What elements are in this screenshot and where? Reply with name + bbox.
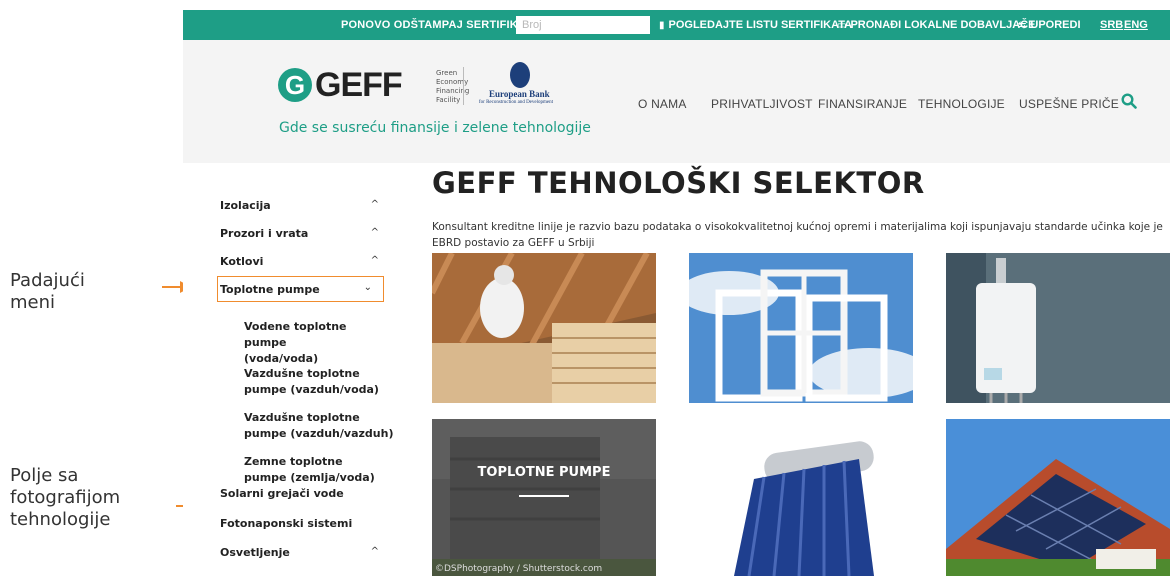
technology-sidebar: Izolacija ^ Prozori i vrata ^ Kotlovi ^ … [203, 163, 396, 576]
subitem-label-line: pumpe (vazduh/voda) [244, 383, 379, 396]
site-tagline: Gde se susreću finansije i zelene tehnol… [279, 120, 591, 136]
annotation-text: Padajući [10, 270, 85, 291]
sidebar-item-osvetljenje[interactable]: Osvetljenje ^ [220, 546, 392, 559]
nav-tehnologije[interactable]: TEHNOLOGIJE [918, 97, 1005, 111]
sidebar-item-label: Prozori i vrata [220, 227, 309, 240]
tile-hover-label: TOPLOTNE PUMPE [477, 465, 611, 480]
sidebar-item-label: Toplotne pumpe [220, 283, 320, 296]
sidebar-item-label: Izolacija [220, 199, 271, 212]
site-header: G GEFF Green Economy Financing Facility … [183, 40, 1170, 163]
local-suppliers-label: PRONAĐI LOKALNE DOBAVLJAČE [850, 19, 1036, 31]
ebrd-subname: for Reconstruction and Development [479, 100, 554, 105]
sidebar-item-izolacija[interactable]: Izolacija ^ [220, 199, 392, 212]
logo-subtitle-line: Economy [436, 78, 469, 86]
subitem-label-line: Zemne toplotne [244, 455, 343, 468]
annotation-text: meni [10, 292, 56, 313]
subitem-label-line: Vazdušne toplotne [244, 367, 360, 380]
compare-icon: ⇆ [1018, 19, 1027, 31]
geff-logo-icon[interactable]: G [278, 68, 312, 102]
logo-subtitle-line: Financing [436, 87, 470, 95]
ebrd-name: European Bank [489, 89, 550, 99]
sidebar-item-kotlovi[interactable]: Kotlovi ^ [220, 255, 392, 268]
compare-label: UPOREDI [1030, 19, 1081, 31]
sidebar-subitem-vazduh-vazduh[interactable]: Vazdušne toplotne pumpe (vazduh/vazduh) [244, 410, 394, 442]
logo-subtitle-line: Green [436, 69, 458, 77]
view-certificates-link[interactable]: ▮ POGLEDAJTE LISTU SERTIFIKATA [659, 19, 852, 31]
document-icon: ▮ [659, 19, 665, 31]
ebrd-logo-icon [510, 62, 530, 88]
sidebar-subitem-vazduh-voda[interactable]: Vazdušne toplotne pumpe (vazduh/voda) [244, 366, 379, 398]
sidebar-item-solarni-grejaci-vode[interactable]: Solarni grejači vode [220, 487, 392, 500]
logo-subtitle-line: Facility [436, 96, 461, 104]
chat-icon: ▭ [837, 19, 847, 31]
sidebar-item-prozori-i-vrata[interactable]: Prozori i vrata ^ [220, 227, 392, 240]
tile-izolacija[interactable] [432, 253, 656, 403]
sidebar-subitem-zemlja-voda[interactable]: Zemne toplotne pumpe (zemlja/voda) [244, 454, 379, 486]
sidebar-item-label: Solarni grejači vode [220, 487, 344, 500]
logo-divider [463, 67, 464, 105]
chevron-up-icon: ^ [370, 255, 379, 266]
sidebar-item-label: Osvetljenje [220, 546, 290, 559]
chevron-up-icon: ^ [370, 546, 379, 557]
page-intro: Konsultant kreditne linije je razvio baz… [432, 221, 1163, 249]
lang-eng-link[interactable]: ENG [1124, 19, 1148, 31]
website-frame: PONOVO ODŠTAMPAJ SERTIFIKAT: ▮ POGLEDAJT… [183, 10, 1170, 576]
top-bar: PONOVO ODŠTAMPAJ SERTIFIKAT: ▮ POGLEDAJT… [183, 10, 1170, 40]
compare-link[interactable]: ⇆ UPOREDI [1018, 19, 1081, 31]
page-title: GEFF TEHNOLOŠKI SELEKTOR [432, 166, 925, 200]
nav-o-nama[interactable]: O NAMA [638, 97, 687, 111]
sidebar-item-fotonaponski-sistemi[interactable]: Fotonaponski sistemi [220, 517, 392, 530]
sidebar-item-toplotne-pumpe[interactable]: Toplotne pumpe ⌄ [217, 276, 384, 302]
insulation-photo [432, 253, 656, 403]
nav-uspesne-price[interactable]: USPEŠNE PRIČE [1019, 97, 1119, 111]
photo-annotation-label: Polje sa fotografijom tehnologije [10, 465, 120, 531]
tile-hover-underline [519, 495, 569, 497]
sidebar-subitem-voda-voda[interactable]: Vodene toplotne pumpe (voda/voda) [244, 319, 379, 367]
sidebar-item-label: Fotonaponski sistemi [220, 517, 353, 530]
chevron-up-icon: ^ [370, 199, 379, 210]
photo-credit: ©DSPhotography / Shutterstock.com [435, 564, 603, 574]
subitem-label-line: (voda/voda) [244, 352, 319, 365]
sidebar-item-label: Kotlovi [220, 255, 264, 268]
heat-pump-photo [432, 419, 656, 576]
annotation-text: Polje sa [10, 465, 79, 486]
search-icon[interactable] [1121, 93, 1137, 109]
nav-prihvatljivost[interactable]: PRIHVATLJIVOST [711, 97, 813, 111]
photovoltaic-photo [946, 419, 1170, 576]
nav-finansiranje[interactable]: FINANSIRANJE [818, 97, 907, 111]
local-suppliers-link[interactable]: ▭ PRONAĐI LOKALNE DOBAVLJAČE [837, 19, 1035, 31]
windows-photo [689, 253, 913, 403]
reprint-certificate-label: PONOVO ODŠTAMPAJ SERTIFIKAT: [341, 19, 535, 31]
annotation-text: tehnologije [10, 509, 111, 530]
tile-toplotne-pumpe[interactable]: TOPLOTNE PUMPE ©DSPhotography / Shutters… [432, 419, 656, 576]
chevron-up-icon: ^ [370, 227, 379, 238]
geff-logo-subtitle: Green Economy Financing Facility [436, 69, 469, 105]
boiler-photo [946, 253, 1170, 403]
tile-prozori-i-vrata[interactable] [689, 253, 913, 403]
chevron-down-icon: ⌄ [363, 282, 372, 293]
tile-fotonaponski-sistemi[interactable] [946, 419, 1170, 576]
tile-solarni-grejaci-vode[interactable] [689, 419, 913, 576]
solar-water-heater-photo [689, 419, 913, 576]
view-certificates-label: POGLEDAJTE LISTU SERTIFIKATA [668, 19, 853, 31]
subitem-label-line: Vazdušne toplotne [244, 411, 360, 424]
tile-kotlovi[interactable] [946, 253, 1170, 403]
annotation-text: fotografijom [10, 487, 121, 508]
subitem-label-line: pumpe (zemlja/voda) [244, 471, 375, 484]
lang-srb-link[interactable]: SRB [1100, 19, 1123, 31]
subitem-label-line: Vodene toplotne pumpe [244, 320, 347, 349]
certificate-number-input[interactable] [516, 16, 650, 34]
geff-logo-text[interactable]: GEFF [315, 66, 403, 105]
dropdown-annotation-label: Padajući meni [10, 270, 85, 314]
subitem-label-line: pumpe (vazduh/vazduh) [244, 427, 394, 440]
